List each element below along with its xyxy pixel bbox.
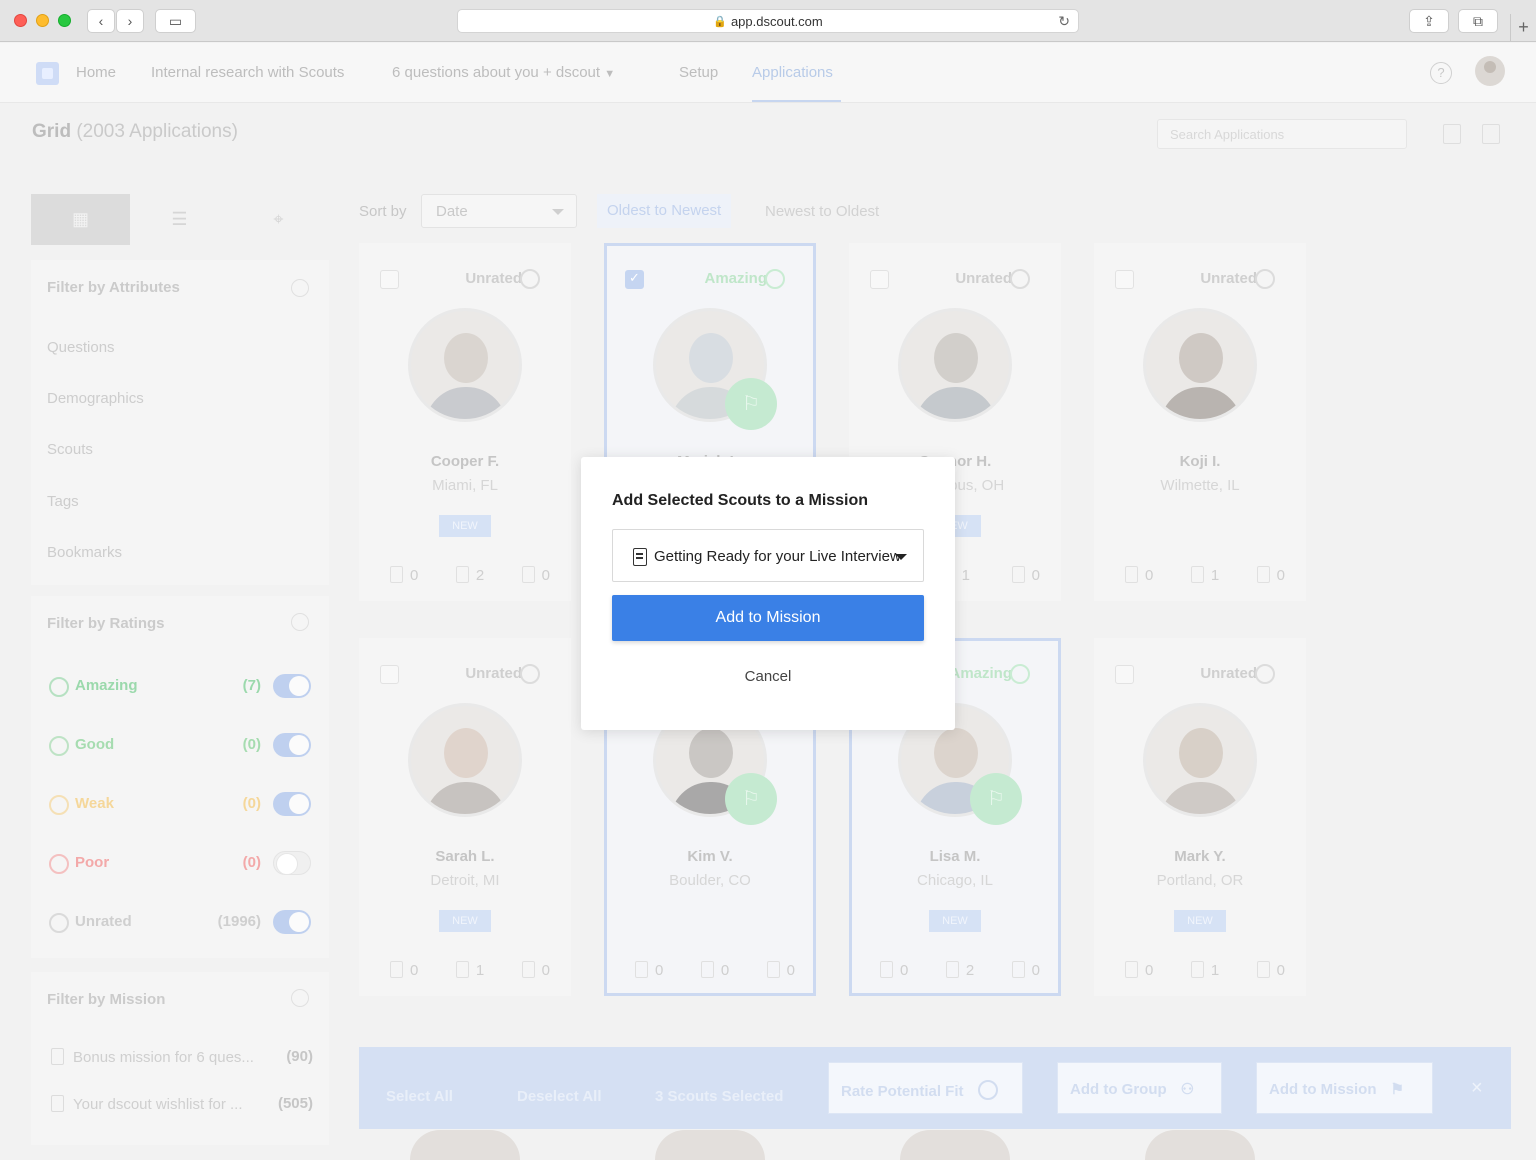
add-to-mission-dialog: Add Selected Scouts to a Mission Getting…	[581, 457, 955, 730]
tabs-overview-icon[interactable]: ⧉	[1458, 9, 1498, 33]
dialog-title: Add Selected Scouts to a Mission	[612, 492, 869, 509]
add-to-mission-button[interactable]: Add to Mission	[612, 595, 924, 641]
address-bar[interactable]: 🔒 app.dscout.com ↻	[457, 9, 1079, 33]
back-icon[interactable]: ‹	[87, 9, 115, 33]
lock-icon: 🔒	[713, 15, 727, 28]
zoom-window-button[interactable]	[58, 14, 71, 27]
new-tab-icon[interactable]: +	[1510, 14, 1536, 42]
cancel-button[interactable]: Cancel	[581, 668, 955, 685]
document-icon	[633, 548, 647, 566]
close-window-button[interactable]	[14, 14, 27, 27]
mission-select[interactable]: Getting Ready for your Live Interview	[612, 529, 924, 582]
share-icon[interactable]: ⇪	[1409, 9, 1449, 33]
sidebar-toggle-icon[interactable]: ▭	[155, 9, 196, 33]
mission-select-value: Getting Ready for your Live Interview	[654, 548, 899, 565]
forward-icon[interactable]: ›	[116, 9, 144, 33]
url-text: app.dscout.com	[730, 13, 823, 29]
browser-toolbar: ‹ › ▭ 🔒 app.dscout.com ↻ ⇪ ⧉ +	[0, 0, 1536, 42]
minimize-window-button[interactable]	[36, 14, 49, 27]
chevron-down-icon	[895, 554, 907, 560]
reload-icon[interactable]: ↻	[1058, 13, 1070, 30]
